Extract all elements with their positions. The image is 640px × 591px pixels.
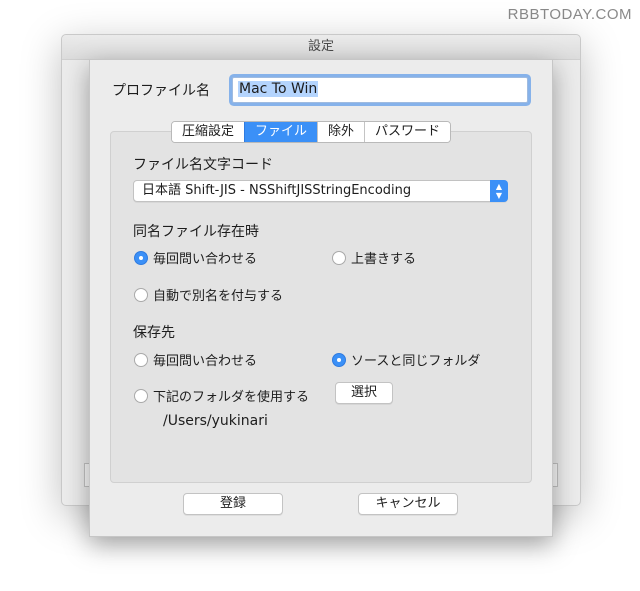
cancel-button[interactable]: キャンセル <box>358 493 458 515</box>
radio-selected-icon <box>332 352 346 367</box>
chevron-updown-icon: ▲ ▼ <box>490 180 508 202</box>
profile-name-input[interactable]: Mac To Win <box>232 77 528 103</box>
radio-unselected-icon <box>134 388 148 403</box>
radio-unselected-icon <box>134 352 148 367</box>
duplicate-section-title: 同名ファイル存在時 <box>133 224 259 240</box>
radio-destination-custom[interactable]: 下記のフォルダを使用する <box>134 386 309 405</box>
watermark: RBBTODAY.COM <box>507 6 632 23</box>
profile-name-value: Mac To Win <box>238 81 319 97</box>
radio-duplicate-ask[interactable]: 毎回問い合わせる <box>134 248 257 267</box>
radio-unselected-icon <box>332 250 346 265</box>
radio-label: 毎回問い合わせる <box>153 252 258 267</box>
radio-unselected-icon <box>134 287 148 302</box>
tab-bar: 圧縮設定 ファイル 除外 パスワード <box>171 121 452 143</box>
register-button[interactable]: 登録 <box>183 493 283 515</box>
encoding-select[interactable]: 日本語 Shift-JIS - NSShiftJISStringEncoding… <box>133 180 508 202</box>
radio-selected-icon <box>134 250 148 265</box>
radio-destination-ask[interactable]: 毎回問い合わせる <box>134 350 257 369</box>
destination-section-title: 保存先 <box>133 325 175 341</box>
settings-sheet: プロファイル名 Mac To Win 圧縮設定 ファイル 除外 パスワード ファ… <box>89 59 553 537</box>
tab-password[interactable]: パスワード <box>364 122 451 142</box>
tab-exclude[interactable]: 除外 <box>317 122 365 142</box>
profile-name-label: プロファイル名 <box>112 83 210 99</box>
radio-label: 毎回問い合わせる <box>153 354 258 369</box>
tab-compression[interactable]: 圧縮設定 <box>172 122 245 142</box>
radio-duplicate-overwrite[interactable]: 上書きする <box>332 248 416 267</box>
encoding-section-title: ファイル名文字コード <box>133 157 273 173</box>
radio-destination-same-folder[interactable]: ソースと同じフォルダ <box>332 350 480 369</box>
radio-label: ソースと同じフォルダ <box>351 354 481 369</box>
tab-file[interactable]: ファイル <box>244 122 318 142</box>
encoding-selected-value: 日本語 Shift-JIS - NSShiftJISStringEncoding <box>142 183 412 198</box>
destination-path: /Users/yukinari <box>163 413 268 429</box>
radio-label: 上書きする <box>351 252 417 267</box>
radio-label: 下記のフォルダを使用する <box>153 390 310 405</box>
radio-label: 自動で別名を付与する <box>153 289 284 304</box>
choose-folder-button[interactable]: 選択 <box>335 382 393 404</box>
window-title: 設定 <box>62 35 580 60</box>
radio-duplicate-rename[interactable]: 自動で別名を付与する <box>134 285 283 304</box>
